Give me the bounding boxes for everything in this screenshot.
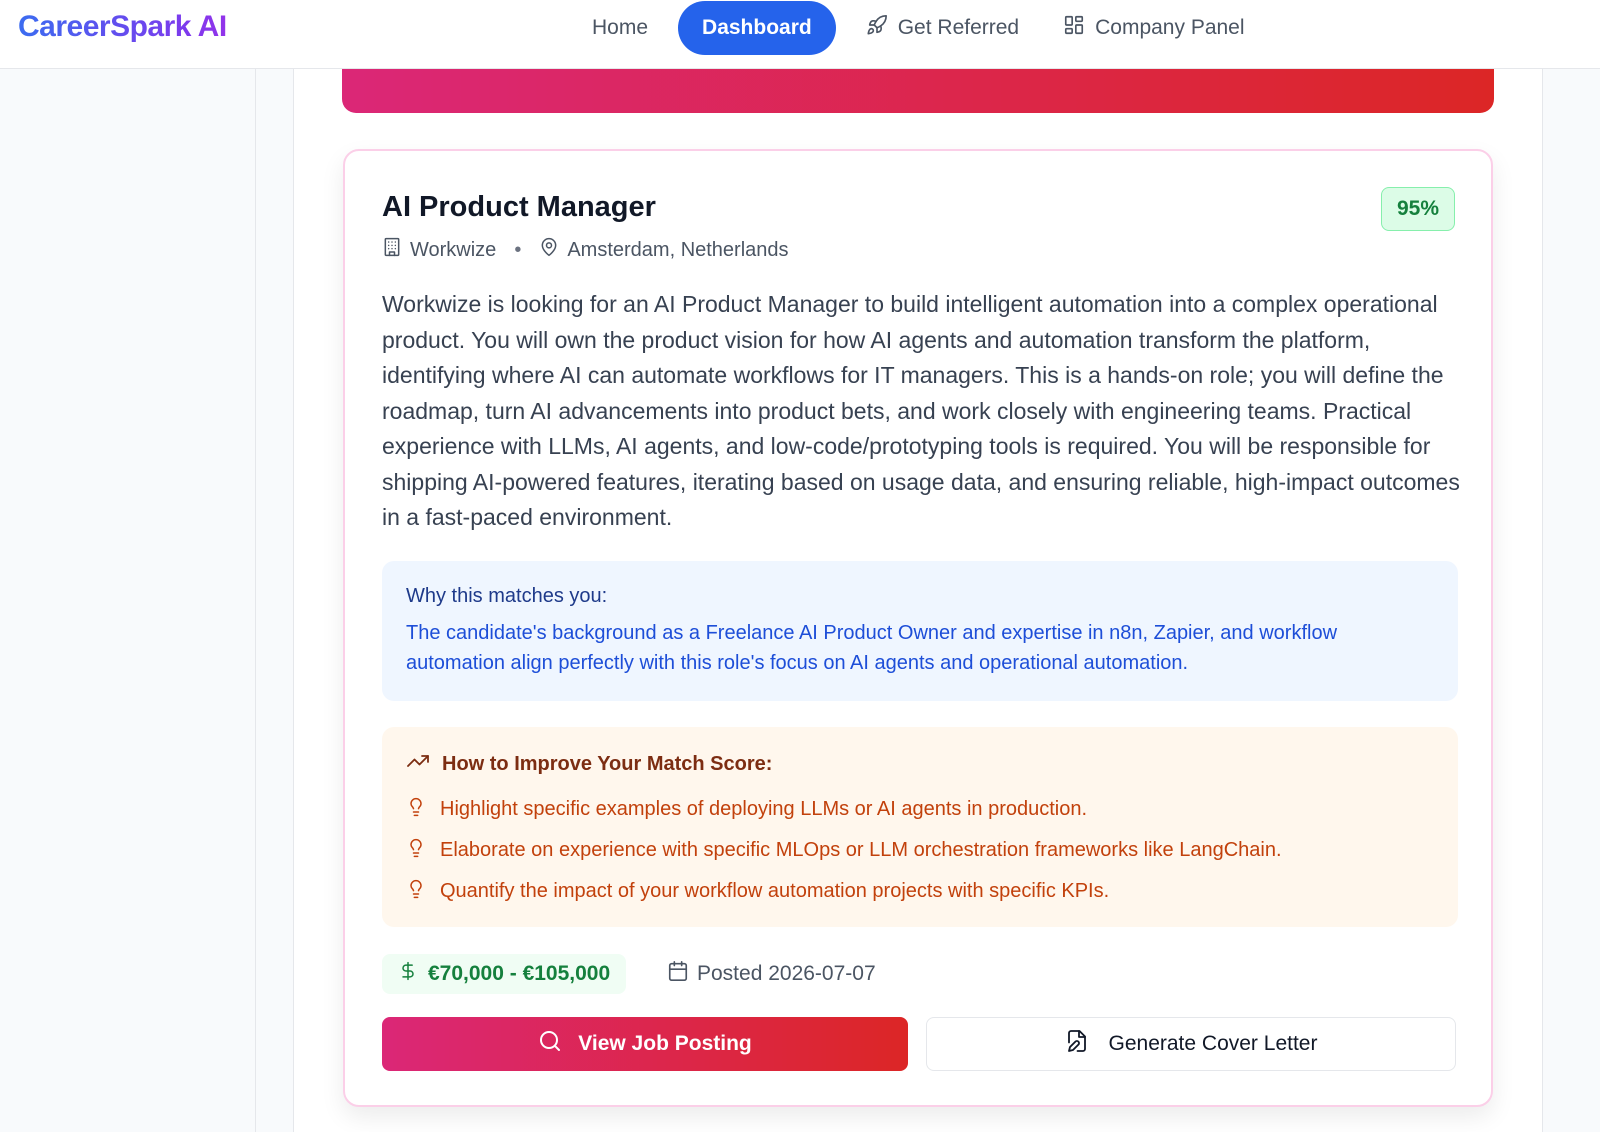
salary-range: €70,000 - €105,000 bbox=[428, 962, 611, 985]
why-match-box: Why this matches you: The candidate's ba… bbox=[382, 561, 1458, 701]
nav-get-referred[interactable]: Get Referred bbox=[844, 1, 1041, 55]
lightbulb-icon bbox=[406, 878, 426, 906]
map-pin-icon bbox=[539, 237, 559, 263]
nav-home-label: Home bbox=[592, 15, 649, 39]
generate-cover-letter-button[interactable]: Generate Cover Letter bbox=[926, 1017, 1456, 1071]
improve-header: How to Improve Your Match Score: bbox=[406, 749, 1434, 779]
why-match-title: Why this matches you: bbox=[406, 585, 608, 607]
rocket-icon bbox=[866, 14, 888, 42]
view-job-posting-button[interactable]: View Job Posting bbox=[382, 1017, 908, 1071]
search-icon bbox=[538, 1029, 562, 1059]
building-icon bbox=[382, 237, 402, 263]
improve-tip: Highlight specific examples of deploying… bbox=[406, 789, 1434, 830]
job-meta: Workwize • Amsterdam, Netherlands bbox=[382, 237, 789, 263]
nav-home[interactable]: Home bbox=[570, 1, 670, 55]
sidebar bbox=[0, 69, 256, 1132]
improve-tip: Quantify the impact of your workflow aut… bbox=[406, 871, 1434, 912]
dollar-icon bbox=[398, 959, 418, 989]
grid-icon bbox=[1063, 14, 1085, 42]
right-gutter bbox=[1543, 69, 1600, 1132]
trending-up-icon bbox=[406, 749, 430, 779]
nav-dashboard[interactable]: Dashboard bbox=[678, 0, 836, 55]
view-job-posting-label: View Job Posting bbox=[578, 1032, 752, 1055]
salary-badge: €70,000 - €105,000 bbox=[382, 954, 627, 994]
improve-tip: Elaborate on experience with specific ML… bbox=[406, 830, 1434, 871]
improve-tip-text: Quantify the impact of your workflow aut… bbox=[440, 880, 1110, 902]
lightbulb-icon bbox=[406, 796, 426, 824]
improve-tip-text: Elaborate on experience with specific ML… bbox=[440, 839, 1282, 861]
file-edit-icon bbox=[1065, 1029, 1089, 1059]
job-title: AI Product Manager bbox=[382, 191, 656, 223]
nav-company-panel-label: Company Panel bbox=[1095, 15, 1245, 39]
lightbulb-icon bbox=[406, 837, 426, 865]
why-match-text: The candidate's background as a Freelanc… bbox=[406, 622, 1338, 674]
calendar-icon bbox=[667, 960, 689, 988]
meta-separator: • bbox=[514, 238, 522, 261]
job-card: AI Product Manager 95% Workwize • Amster… bbox=[343, 149, 1493, 1107]
improve-tip-text: Highlight specific examples of deploying… bbox=[440, 798, 1088, 820]
job-description: Workwize is looking for an AI Product Ma… bbox=[382, 291, 1460, 530]
improve-title: How to Improve Your Match Score: bbox=[442, 752, 773, 775]
posted-date-text: Posted 2026-07-07 bbox=[697, 962, 876, 985]
job-location: Amsterdam, Netherlands bbox=[567, 238, 789, 261]
top-navigation: CareerSpark AI Home Dashboard Get Referr… bbox=[0, 0, 1600, 69]
generate-cover-letter-label: Generate Cover Letter bbox=[1108, 1032, 1318, 1055]
company-name: Workwize bbox=[410, 238, 497, 261]
improve-score-box: How to Improve Your Match Score: Highlig… bbox=[382, 727, 1458, 927]
nav-get-referred-label: Get Referred bbox=[897, 15, 1020, 39]
brand-logo[interactable]: CareerSpark AI bbox=[18, 10, 227, 44]
nav-company-panel[interactable]: Company Panel bbox=[1041, 1, 1266, 55]
match-score-badge: 95% bbox=[1381, 187, 1455, 231]
main-nav: Home Dashboard Get Referred Company Pane… bbox=[570, 0, 1267, 55]
nav-dashboard-label: Dashboard bbox=[702, 15, 812, 39]
posted-date: Posted 2026-07-07 bbox=[667, 954, 876, 994]
